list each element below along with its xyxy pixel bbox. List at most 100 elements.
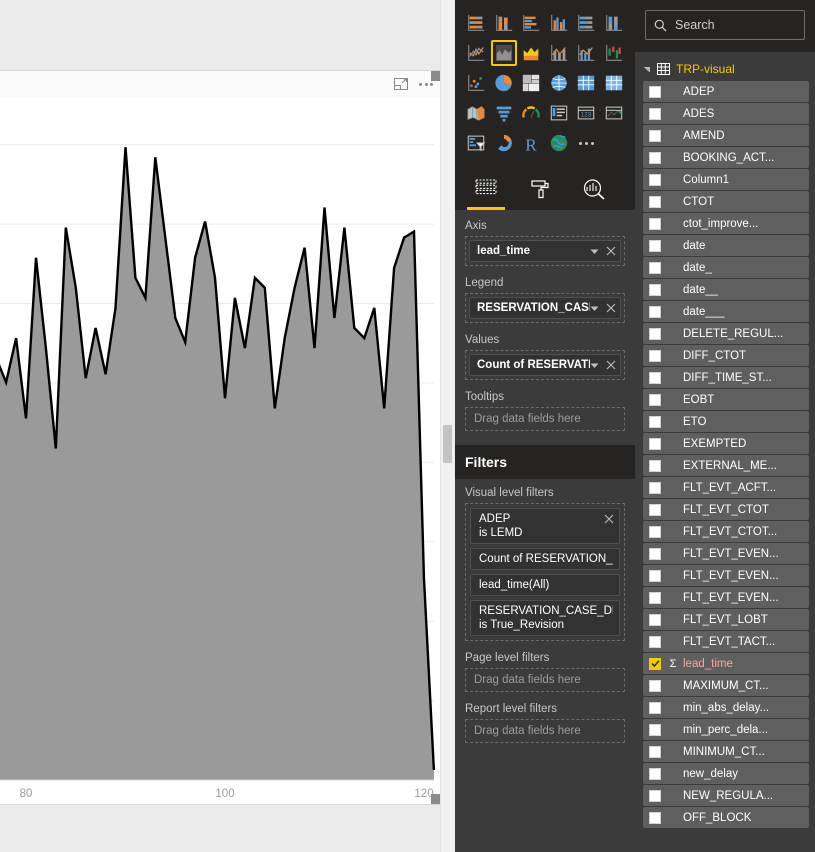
checkbox-icon[interactable]	[649, 613, 661, 626]
clustered-bar-chart-icon[interactable]	[518, 10, 544, 36]
field-list-item[interactable]: EXTERNAL_ME...	[643, 455, 809, 476]
canvas-scroll-thumb[interactable]	[443, 425, 452, 463]
filter-card[interactable]: ADEP is LEMD	[470, 508, 620, 544]
field-list-item[interactable]: ETO	[643, 411, 809, 432]
checkbox-icon[interactable]	[649, 85, 661, 98]
checkbox-icon[interactable]	[649, 745, 661, 758]
r-script-visual-icon[interactable]: R	[518, 130, 544, 156]
field-list-item[interactable]: DELETE_REGUL...	[643, 323, 809, 344]
line-and-clustered-column-chart-icon[interactable]	[573, 40, 599, 66]
search-input[interactable]: Search	[645, 10, 805, 40]
field-pill-axis[interactable]: lead_time	[469, 240, 621, 262]
filter-card[interactable]: Count of RESERVATION_...	[470, 548, 620, 570]
canvas-vertical-scrollbar[interactable]	[440, 0, 454, 852]
checkbox-icon[interactable]	[649, 173, 661, 186]
checkbox-icon[interactable]	[649, 239, 661, 252]
checkbox-icon[interactable]	[649, 151, 661, 164]
field-list-item[interactable]: FLT_EVT_TACT...	[643, 631, 809, 652]
fields-table-header[interactable]: TRP-visual	[635, 58, 815, 80]
map-icon[interactable]	[546, 70, 572, 96]
field-list-item[interactable]: date__	[643, 279, 809, 300]
stacked-column-chart-icon[interactable]	[491, 10, 517, 36]
chevron-down-icon[interactable]	[643, 65, 651, 73]
field-list-item[interactable]: ADEP	[643, 81, 809, 102]
tab-analytics[interactable]	[567, 168, 621, 210]
field-list-item[interactable]: FLT_EVT_CTOT...	[643, 521, 809, 542]
funnel-icon[interactable]	[491, 100, 517, 126]
close-icon[interactable]	[604, 514, 614, 524]
filter-card[interactable]: RESERVATION_CASE_DESCis True_Revision	[470, 600, 620, 636]
more-visuals-icon[interactable]	[573, 130, 599, 156]
field-list-item[interactable]: BOOKING_ACT...	[643, 147, 809, 168]
field-list-item[interactable]: date_	[643, 257, 809, 278]
checkbox-icon[interactable]	[649, 635, 661, 648]
visual-level-filters-dropzone[interactable]: ADEP is LEMD Count of RESERVATION_... lead_…	[465, 503, 625, 641]
field-list-item[interactable]: NEW_REGULA...	[643, 785, 809, 806]
pie-chart-icon[interactable]	[491, 70, 517, 96]
field-list-item[interactable]: Σlead_time	[643, 653, 809, 674]
field-well-values[interactable]: Count of RESERVATION	[465, 350, 625, 380]
checkbox-icon[interactable]	[649, 327, 661, 340]
checkbox-icon[interactable]	[649, 261, 661, 274]
scatter-chart-icon[interactable]	[463, 70, 489, 96]
checkbox-icon[interactable]	[649, 569, 661, 582]
area-chart-visual[interactable]: 80 100 120	[0, 70, 442, 805]
checkbox-icon[interactable]	[649, 349, 661, 362]
field-well-axis[interactable]: lead_time	[465, 236, 625, 266]
checkbox-icon[interactable]	[649, 679, 661, 692]
field-list-item[interactable]: date	[643, 235, 809, 256]
checkbox-icon[interactable]	[649, 767, 661, 780]
field-list-item[interactable]: ctot_improve...	[643, 213, 809, 234]
field-list-item[interactable]: CTOT	[643, 191, 809, 212]
area-chart-icon[interactable]	[490, 40, 517, 66]
checkbox-icon[interactable]	[649, 811, 661, 824]
field-list-item[interactable]: FLT_EVT_EVEN...	[643, 543, 809, 564]
field-well-legend[interactable]: RESERVATION_CASE_DE	[465, 293, 625, 323]
checkbox-icon[interactable]	[649, 129, 661, 142]
field-list-item[interactable]: AMEND	[643, 125, 809, 146]
line-and-stacked-column-chart-icon[interactable]	[546, 40, 572, 66]
tab-format[interactable]	[513, 168, 567, 210]
field-pill-legend[interactable]: RESERVATION_CASE_DE	[469, 297, 621, 319]
checkbox-icon[interactable]	[649, 789, 661, 802]
field-list-item[interactable]: FLT_EVT_CTOT	[643, 499, 809, 520]
field-list-item[interactable]: FLT_EVT_EVEN...	[643, 587, 809, 608]
filter-card[interactable]: lead_time(All)	[470, 574, 620, 596]
field-list-item[interactable]: FLT_EVT_ACFT...	[643, 477, 809, 498]
checkbox-checked-icon[interactable]	[649, 657, 661, 670]
table-icon[interactable]	[573, 70, 599, 96]
field-well-tooltips-empty[interactable]: Drag data fields here	[465, 407, 625, 431]
checkbox-icon[interactable]	[649, 217, 661, 230]
treemap-icon[interactable]	[518, 70, 544, 96]
field-list-item[interactable]: Column1	[643, 169, 809, 190]
kpi-icon[interactable]	[601, 100, 627, 126]
field-list-item[interactable]: FLT_EVT_EVEN...	[643, 565, 809, 586]
field-list-item[interactable]: min_abs_delay...	[643, 697, 809, 718]
filled-map-icon[interactable]	[463, 100, 489, 126]
field-list-item[interactable]: EXEMPTED	[643, 433, 809, 454]
100-stacked-bar-chart-icon[interactable]	[573, 10, 599, 36]
checkbox-icon[interactable]	[649, 415, 661, 428]
field-list-item[interactable]: MAXIMUM_CT...	[643, 675, 809, 696]
checkbox-icon[interactable]	[649, 393, 661, 406]
checkbox-icon[interactable]	[649, 305, 661, 318]
checkbox-icon[interactable]	[649, 547, 661, 560]
arcgis-map-icon[interactable]	[546, 130, 572, 156]
remove-field-icon[interactable]	[606, 246, 616, 256]
field-list-item[interactable]: OFF_BLOCK	[643, 807, 809, 828]
checkbox-icon[interactable]	[649, 701, 661, 714]
checkbox-icon[interactable]	[649, 481, 661, 494]
checkbox-icon[interactable]	[649, 525, 661, 538]
field-pill-values[interactable]: Count of RESERVATION	[469, 354, 621, 376]
matrix-icon[interactable]	[601, 70, 627, 96]
ribbon-chart-icon[interactable]	[601, 40, 627, 66]
card-icon[interactable]: 123	[573, 100, 599, 126]
remove-field-icon[interactable]	[606, 360, 616, 370]
field-list-item[interactable]: FLT_EVT_LOBT	[643, 609, 809, 630]
checkbox-icon[interactable]	[649, 195, 661, 208]
field-list-item[interactable]: min_perc_dela...	[643, 719, 809, 740]
field-list-item[interactable]: ADES	[643, 103, 809, 124]
checkbox-icon[interactable]	[649, 591, 661, 604]
checkbox-icon[interactable]	[649, 503, 661, 516]
donut-chart-icon[interactable]	[491, 130, 517, 156]
